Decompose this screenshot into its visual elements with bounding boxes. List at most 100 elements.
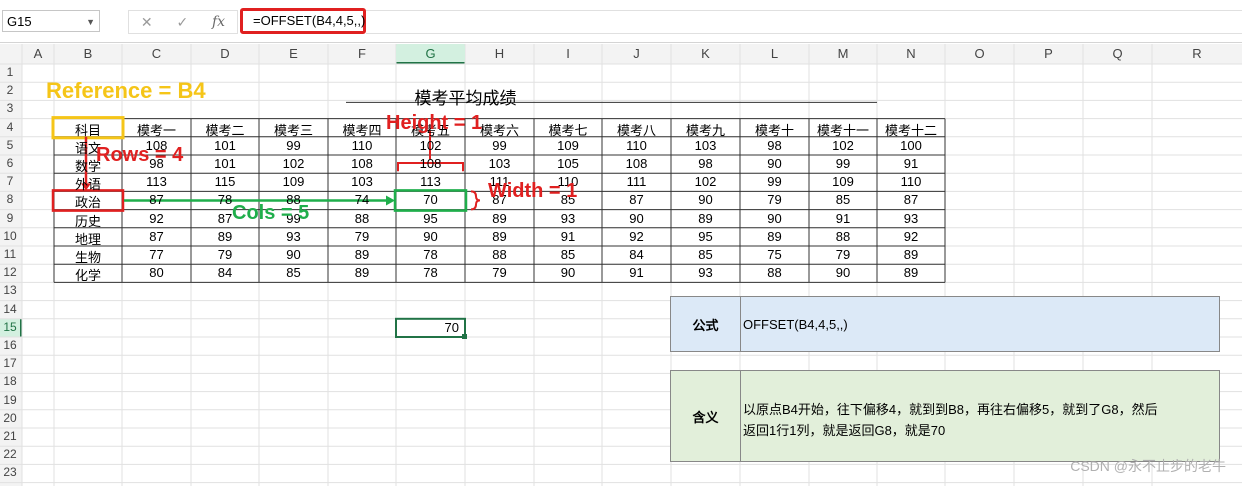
table-cell[interactable]: 93 (534, 211, 602, 226)
table-cell[interactable]: 74 (328, 192, 396, 207)
table-cell[interactable]: 92 (877, 229, 945, 244)
row-header-14[interactable]: 14 (0, 302, 20, 316)
name-box[interactable]: G15 ▼ (2, 10, 100, 32)
formula-input[interactable]: =OFFSET(B4,4,5,,) (240, 8, 366, 34)
table-cell[interactable]: 地理 (54, 229, 122, 248)
table-cell[interactable]: 108 (328, 156, 396, 171)
table-header-cell[interactable]: 模考三 (259, 120, 328, 139)
table-cell[interactable]: 91 (877, 156, 945, 171)
column-header-e[interactable]: E (259, 46, 328, 61)
table-cell[interactable]: 88 (328, 211, 396, 226)
table-cell[interactable]: 102 (396, 138, 465, 153)
column-header-r[interactable]: R (1152, 46, 1242, 61)
row-header-10[interactable]: 10 (0, 229, 20, 243)
table-cell[interactable]: 85 (671, 247, 740, 262)
table-cell[interactable]: 110 (328, 138, 396, 153)
table-cell[interactable]: 89 (740, 229, 809, 244)
table-cell[interactable]: 98 (671, 156, 740, 171)
row-header-20[interactable]: 20 (0, 411, 20, 425)
column-header-j[interactable]: J (602, 46, 671, 61)
row-header-21[interactable]: 21 (0, 429, 20, 443)
table-cell[interactable]: 108 (602, 156, 671, 171)
table-cell[interactable]: 87 (877, 192, 945, 207)
row-header-1[interactable]: 1 (0, 65, 20, 79)
column-header-k[interactable]: K (671, 46, 740, 61)
table-cell[interactable]: 89 (465, 211, 534, 226)
table-cell[interactable]: 79 (191, 247, 259, 262)
table-cell[interactable]: 89 (877, 265, 945, 280)
row-header-6[interactable]: 6 (0, 156, 20, 170)
table-cell[interactable]: 79 (465, 265, 534, 280)
insert-function-icon[interactable]: fx (212, 14, 225, 30)
table-cell[interactable]: 90 (740, 156, 809, 171)
column-header-p[interactable]: P (1014, 46, 1083, 61)
table-cell[interactable]: 103 (328, 174, 396, 189)
table-cell[interactable]: 90 (809, 265, 877, 280)
table-cell[interactable]: 70 (396, 192, 465, 207)
table-cell[interactable]: 85 (809, 192, 877, 207)
table-cell[interactable]: 101 (191, 138, 259, 153)
table-cell[interactable]: 102 (259, 156, 328, 171)
table-cell[interactable]: 90 (740, 211, 809, 226)
row-header-15[interactable]: 15 (0, 319, 20, 334)
table-cell[interactable]: 99 (259, 138, 328, 153)
table-header-cell[interactable]: 模考九 (671, 120, 740, 139)
table-cell[interactable]: 99 (740, 174, 809, 189)
table-cell[interactable]: 88 (809, 229, 877, 244)
table-cell[interactable]: 109 (534, 138, 602, 153)
table-cell[interactable]: 93 (877, 211, 945, 226)
column-header-l[interactable]: L (740, 46, 809, 61)
table-cell[interactable]: 78 (396, 265, 465, 280)
table-cell[interactable]: 78 (396, 247, 465, 262)
chevron-down-icon[interactable]: ▼ (86, 11, 95, 33)
table-cell[interactable]: 89 (328, 265, 396, 280)
table-header-cell[interactable]: 模考十一 (809, 120, 877, 139)
table-cell[interactable]: 110 (877, 174, 945, 189)
table-header-cell[interactable]: 模考八 (602, 120, 671, 139)
table-cell[interactable]: 89 (465, 229, 534, 244)
table-cell[interactable]: 93 (671, 265, 740, 280)
table-cell[interactable]: 生物 (54, 247, 122, 266)
table-cell[interactable]: 93 (259, 229, 328, 244)
row-header-17[interactable]: 17 (0, 356, 20, 370)
table-cell[interactable]: 115 (191, 174, 259, 189)
table-cell[interactable]: 79 (740, 192, 809, 207)
table-cell[interactable]: 政治 (54, 192, 122, 211)
table-cell[interactable]: 79 (328, 229, 396, 244)
table-cell[interactable]: 外语 (54, 174, 122, 193)
table-cell[interactable]: 91 (602, 265, 671, 280)
table-cell[interactable]: 113 (122, 174, 191, 189)
row-header-23[interactable]: 23 (0, 465, 20, 479)
table-cell[interactable]: 99 (465, 138, 534, 153)
table-cell[interactable]: 85 (534, 247, 602, 262)
column-header-b[interactable]: B (54, 46, 122, 61)
row-header-11[interactable]: 11 (0, 247, 20, 261)
table-cell[interactable]: 77 (122, 247, 191, 262)
table-header-cell[interactable]: 模考七 (534, 120, 602, 139)
table-cell[interactable]: 89 (671, 211, 740, 226)
table-cell[interactable]: 89 (328, 247, 396, 262)
table-cell[interactable]: 92 (122, 211, 191, 226)
row-header-19[interactable]: 19 (0, 393, 20, 407)
table-cell[interactable]: 109 (809, 174, 877, 189)
column-header-g[interactable]: G (396, 46, 465, 61)
cancel-icon[interactable]: ✕ (141, 14, 153, 31)
column-header-o[interactable]: O (945, 46, 1014, 61)
table-cell[interactable]: 87 (122, 192, 191, 207)
row-header-16[interactable]: 16 (0, 338, 20, 352)
table-header-cell[interactable]: 模考十 (740, 120, 809, 139)
table-cell[interactable]: 102 (671, 174, 740, 189)
table-cell[interactable]: 113 (396, 174, 465, 189)
row-header-8[interactable]: 8 (0, 192, 20, 206)
table-cell[interactable]: 89 (877, 247, 945, 262)
row-header-13[interactable]: 13 (0, 283, 20, 297)
row-header-22[interactable]: 22 (0, 447, 20, 461)
column-header-d[interactable]: D (191, 46, 259, 61)
table-cell[interactable]: 85 (259, 265, 328, 280)
formula-input-extension[interactable] (366, 10, 1242, 34)
table-cell[interactable]: 95 (671, 229, 740, 244)
table-cell[interactable]: 105 (534, 156, 602, 171)
table-header-cell[interactable]: 科目 (54, 120, 122, 139)
table-cell[interactable]: 91 (809, 211, 877, 226)
table-cell[interactable]: 90 (534, 265, 602, 280)
